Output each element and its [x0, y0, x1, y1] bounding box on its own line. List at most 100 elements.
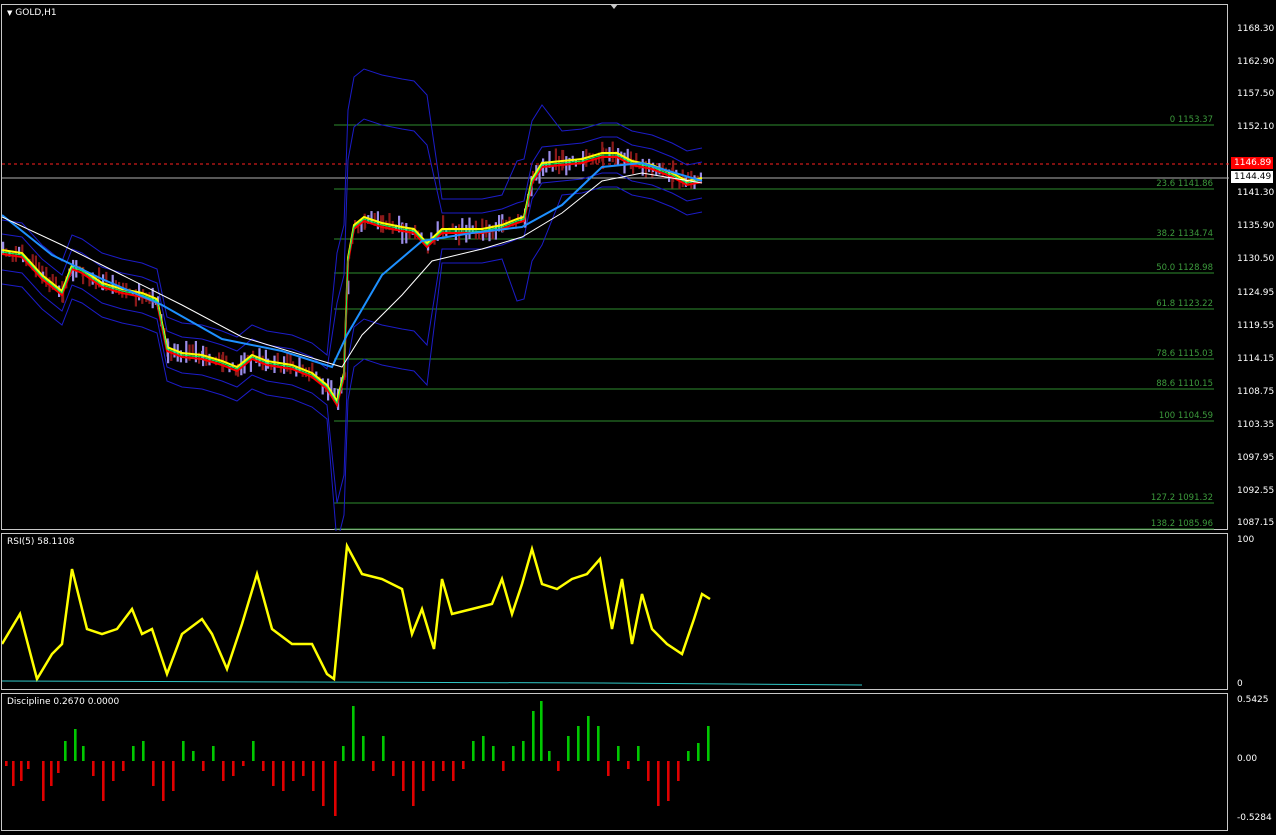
price-chart-panel[interactable]: 0 1153.37 23.6 1141.86 38.2 1134.74 50.0 11…: [1, 4, 1229, 531]
discipline-histogram-bar: [627, 761, 630, 769]
discipline-canvas[interactable]: [2, 694, 1229, 832]
fib-level-label: 50.0 1128.98: [1156, 263, 1213, 273]
discipline-histogram-bar: [637, 746, 640, 761]
discipline-histogram-bar: [64, 741, 67, 761]
discipline-histogram-bar: [20, 761, 23, 781]
discipline-histogram-bar: [50, 761, 53, 786]
discipline-histogram-bar: [122, 761, 125, 771]
discipline-histogram-bar: [302, 761, 305, 776]
discipline-histogram-bar: [192, 751, 195, 761]
fib-level-label: 127.2 1091.32: [1151, 493, 1213, 503]
discipline-histogram-bar: [212, 746, 215, 761]
price-axis[interactable]: 1168.30 1162.90 1157.50 1152.10 1141.30 1135.…: [1229, 4, 1276, 530]
chart-symbol-label: GOLD,H1: [15, 8, 57, 18]
discipline-histogram-bar: [334, 761, 337, 816]
fib-level-label: 0 1153.37: [1170, 115, 1213, 125]
discipline-histogram-bar: [492, 746, 495, 761]
discipline-histogram-bar: [74, 729, 77, 761]
rsi-line: [2, 541, 711, 683]
discipline-histogram-bar: [540, 701, 543, 761]
discipline-histogram-bar: [707, 726, 710, 761]
discipline-histogram-bar: [512, 746, 515, 761]
discipline-histogram-bar: [412, 761, 415, 806]
discipline-histogram-bar: [142, 741, 145, 761]
bollinger-upper-band: [2, 68, 703, 356]
discipline-histogram-bar: [657, 761, 660, 806]
discipline-histogram-bar: [312, 761, 315, 791]
discipline-histogram-bar: [697, 743, 700, 761]
discipline-histogram-bar: [262, 761, 265, 771]
chart-title: ▼ GOLD,H1: [7, 8, 57, 18]
candle-bar: [18, 246, 21, 256]
fib-level-label: 100 1104.59: [1159, 411, 1213, 421]
bollinger-inner-lower-band: [2, 172, 703, 504]
discipline-axis-zero: 0.00: [1237, 754, 1258, 764]
rsi-panel[interactable]: RSI(5) 58.1108: [1, 533, 1228, 690]
candle-bar: [554, 148, 557, 171]
discipline-histogram-bar: [202, 761, 205, 771]
bid-price-tag: 1146.89: [1231, 157, 1273, 169]
price-axis-label: 1130.50: [1237, 254, 1275, 264]
price-axis-label: 1119.55: [1237, 321, 1275, 331]
discipline-histogram-bar: [162, 761, 165, 801]
discipline-histogram-bar: [182, 741, 185, 761]
discipline-histogram-bar: [352, 706, 355, 761]
discipline-histogram-bar: [667, 761, 670, 801]
fib-level-label: 23.6 1141.86: [1156, 179, 1213, 189]
discipline-histogram-bar: [232, 761, 235, 776]
discipline-histogram-bar: [5, 761, 8, 766]
discipline-histogram-bar: [442, 761, 445, 771]
price-axis-label: 1097.95: [1237, 453, 1275, 463]
rsi-axis: 100 0: [1229, 533, 1276, 690]
fib-level-label: 38.2 1134.74: [1156, 229, 1213, 239]
discipline-histogram-bar: [452, 761, 455, 781]
discipline-histogram-bar: [372, 761, 375, 771]
discipline-histogram-bar: [92, 761, 95, 776]
discipline-histogram-bar: [422, 761, 425, 791]
triangle-down-icon[interactable]: ▼: [7, 9, 12, 17]
discipline-histogram-bar: [432, 761, 435, 781]
fib-level-label: 88.6 1110.15: [1156, 379, 1213, 389]
price-axis-label: 1135.90: [1237, 221, 1275, 231]
discipline-histogram-bar: [567, 736, 570, 761]
fib-level-label: 61.8 1123.22: [1156, 299, 1213, 309]
discipline-histogram-bar: [27, 761, 30, 769]
discipline-histogram-bar: [647, 761, 650, 781]
candle-bar: [283, 356, 286, 374]
candle-bar: [611, 141, 614, 163]
price-axis-label: 1108.75: [1237, 387, 1275, 397]
discipline-histogram-bar: [382, 736, 385, 761]
discipline-histogram-bar: [152, 761, 155, 786]
discipline-histogram-bar: [242, 761, 245, 766]
discipline-histogram-bar: [322, 761, 325, 806]
discipline-histogram-bar: [607, 761, 610, 776]
discipline-histogram-bar: [282, 761, 285, 791]
price-axis-label: 1103.35: [1237, 420, 1275, 430]
price-axis-label: 1162.90: [1237, 57, 1275, 67]
discipline-histogram-bar: [57, 761, 60, 773]
discipline-histogram-bar: [102, 761, 105, 801]
discipline-histogram-bar: [42, 761, 45, 801]
discipline-axis: 0.5425 0.00 -0.5284: [1229, 693, 1276, 831]
price-chart-canvas[interactable]: 0 1153.37 23.6 1141.86 38.2 1134.74 50.0 11…: [2, 5, 1229, 531]
discipline-histogram-bar: [587, 716, 590, 761]
discipline-histogram-bar: [292, 761, 295, 781]
discipline-histogram-bar: [557, 761, 560, 771]
price-axis-label: 1114.15: [1237, 354, 1275, 364]
discipline-panel[interactable]: Discipline 0.2670 0.0000: [1, 693, 1228, 831]
ask-price-tag: 1144.49: [1231, 171, 1273, 183]
discipline-axis-max: 0.5425: [1237, 695, 1269, 705]
candle-bar: [594, 159, 597, 164]
time-axis[interactable]: [0, 831, 1276, 835]
discipline-histogram-bar: [548, 751, 551, 761]
chart-shift-marker-icon[interactable]: [610, 4, 618, 9]
rsi-canvas[interactable]: [2, 534, 1229, 691]
discipline-histogram-bar: [532, 711, 535, 761]
fib-level-label: 138.2 1085.96: [1151, 519, 1213, 529]
discipline-histogram-bar: [172, 761, 175, 791]
candle-bar: [185, 340, 188, 363]
discipline-histogram-bar: [462, 761, 465, 769]
rsi-signal-line: [2, 680, 863, 686]
discipline-histogram-bar: [677, 761, 680, 781]
discipline-histogram-bar: [522, 741, 525, 761]
